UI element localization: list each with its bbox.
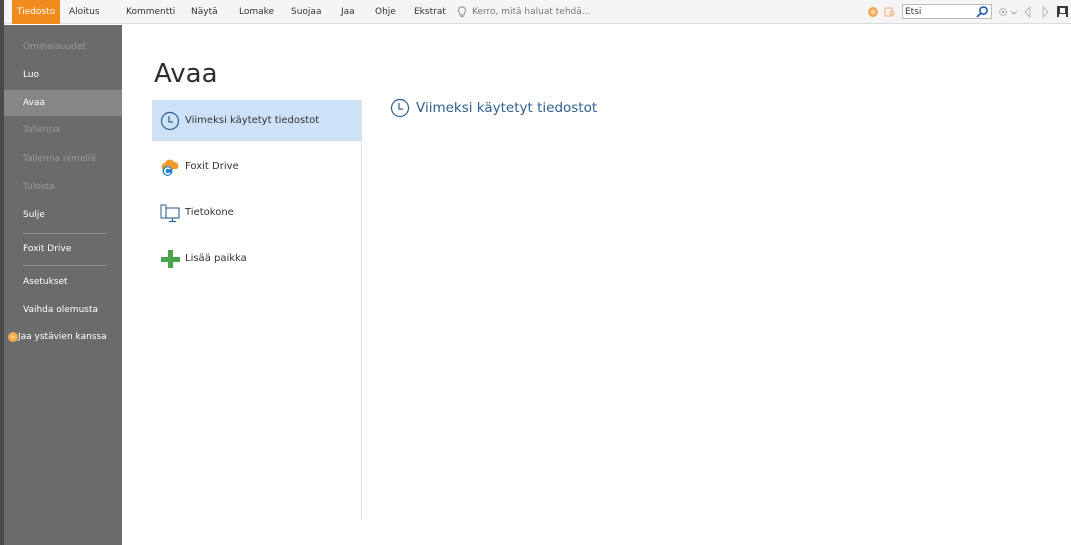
tab-help[interactable]: Ohje: [375, 0, 396, 24]
foxit-logo-icon[interactable]: [867, 6, 879, 18]
backstage-sidebar: Ominaisuudet Luo Avaa Tallenna Tallenna …: [4, 25, 122, 545]
sidebar-item-save-as[interactable]: Tallenna nimellä: [4, 146, 122, 172]
open-places-list: Viimeksi käytetyt tiedostot Foxit Drive …: [152, 100, 362, 520]
place-foxit-drive[interactable]: Foxit Drive: [152, 146, 361, 187]
lightbulb-icon: [458, 6, 466, 17]
sidebar-item-settings[interactable]: Asetukset: [4, 269, 122, 295]
clock-icon: [390, 98, 410, 118]
tab-file[interactable]: Tiedosto: [12, 0, 60, 24]
tab-share[interactable]: Jaa: [341, 0, 355, 24]
sidebar-item-share-with-friends[interactable]: Jaa ystävien kanssa: [4, 324, 122, 350]
place-add-location[interactable]: Lisää paikka: [152, 238, 361, 279]
back-arrow-icon[interactable]: [1022, 6, 1034, 18]
place-label: Foxit Drive: [185, 161, 239, 172]
user-account-icon[interactable]: [1056, 5, 1069, 18]
foxit-drive-icon: [161, 159, 179, 176]
place-recent-files[interactable]: Viimeksi käytetyt tiedostot: [152, 100, 361, 141]
page-title: Avaa: [154, 59, 218, 89]
search-input[interactable]: [905, 5, 973, 18]
settings-gear-icon[interactable]: [997, 6, 1009, 18]
sidebar-item-open[interactable]: Avaa: [4, 90, 122, 116]
clock-icon: [160, 111, 180, 131]
tab-comment[interactable]: Kommentti: [126, 0, 175, 24]
place-computer[interactable]: Tietokone: [152, 192, 361, 233]
place-label: Lisää paikka: [185, 253, 247, 264]
tell-me-placeholder: Kerro, mitä haluat tehdä...: [472, 7, 591, 17]
sidebar-item-label: Jaa ystävien kanssa: [18, 332, 107, 342]
sidebar-item-close[interactable]: Sulje: [4, 202, 122, 228]
share-heart-icon: [8, 332, 18, 342]
plus-icon: [161, 250, 180, 268]
place-label: Viimeksi käytetyt tiedostot: [185, 115, 320, 126]
computer-icon: [160, 204, 180, 223]
place-label: Tietokone: [185, 207, 234, 218]
tab-form[interactable]: Lomake: [239, 0, 274, 24]
forward-arrow-icon[interactable]: [1039, 6, 1051, 18]
sidebar-item-save[interactable]: Tallenna: [4, 117, 122, 143]
sidebar-divider: [23, 265, 107, 266]
sidebar-item-create[interactable]: Luo: [4, 62, 122, 88]
tab-protect[interactable]: Suojaa: [291, 0, 321, 24]
search-icon[interactable]: [974, 5, 990, 18]
tab-home[interactable]: Aloitus: [69, 0, 100, 24]
sidebar-item-properties[interactable]: Ominaisuudet: [4, 34, 122, 60]
search-field[interactable]: [902, 4, 992, 19]
tab-extras[interactable]: Ekstrat: [414, 0, 446, 24]
sidebar-divider: [23, 233, 107, 234]
recent-files-heading-text: Viimeksi käytetyt tiedostot: [416, 100, 598, 116]
chevron-down-icon[interactable]: [1010, 6, 1018, 18]
foxit-reader-window: Tiedosto Aloitus Kommentti Näytä Lomake …: [0, 0, 1071, 545]
tab-view[interactable]: Näytä: [191, 0, 218, 24]
sidebar-item-change-skin[interactable]: Vaihda olemusta: [4, 297, 122, 323]
ribbon-tab-bar: Tiedosto Aloitus Kommentti Näytä Lomake …: [4, 0, 1071, 24]
sidebar-item-foxit-drive[interactable]: Foxit Drive: [4, 236, 122, 262]
sidebar-item-print[interactable]: Tulosta: [4, 174, 122, 200]
find-icon[interactable]: [884, 6, 896, 18]
